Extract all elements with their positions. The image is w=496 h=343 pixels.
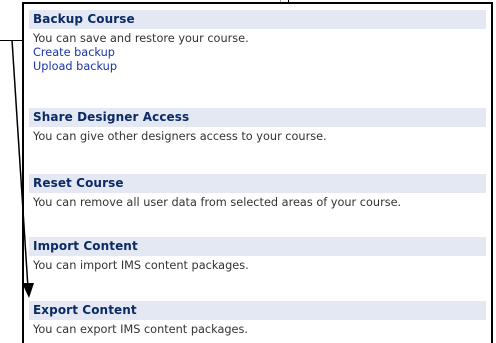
export-content-description: You can export IMS content packages. [33, 323, 248, 336]
share-designer-access-description: You can give other designers access to y… [33, 130, 327, 143]
backup-course-description: You can save and restore your course. [33, 32, 249, 45]
export-content-heading: Export Content [29, 301, 486, 320]
course-tools-panel: Backup Course You can save and restore y… [22, 2, 493, 343]
upload-backup-link[interactable]: Upload backup [29, 60, 486, 74]
import-content-section: Import Content You can import IMS conten… [29, 237, 486, 273]
reset-course-heading: Reset Course [29, 174, 486, 193]
create-backup-link[interactable]: Create backup [29, 46, 486, 60]
import-content-heading: Import Content [29, 237, 486, 256]
reset-course-description: You can remove all user data from select… [33, 196, 402, 209]
share-designer-access-heading: Share Designer Access [29, 108, 486, 127]
export-content-section: Export Content You can export IMS conten… [29, 301, 486, 337]
backup-course-heading: Backup Course [29, 10, 486, 29]
backup-course-section: Backup Course You can save and restore y… [29, 10, 486, 74]
screenshot-stage: Backup Course You can save and restore y… [0, 0, 496, 343]
share-designer-access-section: Share Designer Access You can give other… [29, 108, 486, 144]
reset-course-section: Reset Course You can remove all user dat… [29, 174, 486, 210]
import-content-description: You can import IMS content packages. [33, 259, 249, 272]
